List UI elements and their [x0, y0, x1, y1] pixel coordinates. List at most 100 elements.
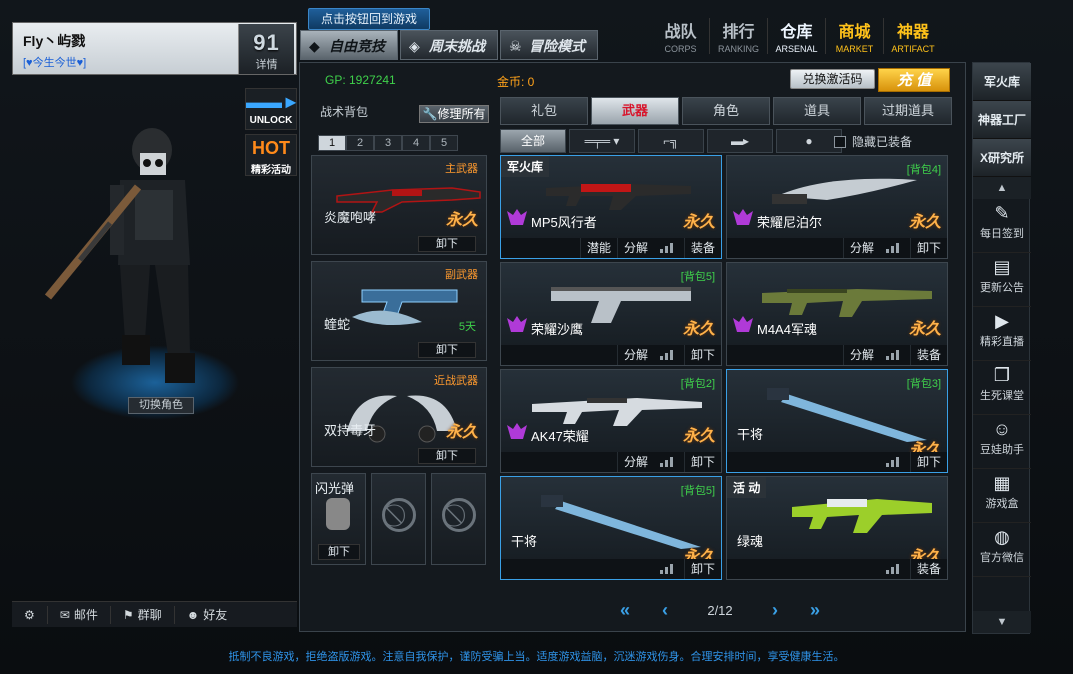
nav-artifact[interactable]: 神器 ARTIFACT	[884, 18, 942, 54]
secondary-weapon-slot[interactable]: 副武器 蝰蛇 5天 卸下	[311, 261, 487, 361]
weapon-card[interactable]: [背包5] 干将 永久 卸下	[500, 476, 722, 580]
scroll-down-icon[interactable]: ▼	[973, 611, 1031, 633]
daily-checkin-button[interactable]: ✎ 每日签到	[973, 199, 1031, 253]
unequip-button[interactable]: 卸下	[418, 236, 476, 252]
hide-equipped-checkbox[interactable]	[834, 135, 846, 148]
weapon-card[interactable]: [背包5] 荣耀沙鹰 永久 分解 卸下	[500, 262, 722, 366]
weapon-card[interactable]: 军火库 MP5风行者 永久 潜能 分解 装备	[500, 155, 722, 259]
mode-free-competitive[interactable]: ◆ 自由竞技	[300, 30, 398, 60]
tab-weapons[interactable]: 武器	[591, 97, 679, 125]
stats-icon[interactable]	[659, 238, 678, 258]
weapon-card[interactable]: [背包2] AK47荣耀 永久 分解 卸下	[500, 369, 722, 473]
stats-icon[interactable]	[885, 452, 904, 472]
stats-icon[interactable]	[885, 238, 904, 258]
redeem-code-button[interactable]: 兑换激活码	[790, 69, 875, 89]
nav-corps[interactable]: 战队 CORPS	[652, 18, 710, 54]
stats-icon[interactable]	[659, 345, 678, 365]
live-stream-button[interactable]: ▶ 精彩直播	[973, 307, 1031, 361]
empty-slot[interactable]: ⃠	[431, 473, 486, 565]
tab-expired-items[interactable]: 过期道具	[864, 97, 952, 125]
nav-label: 排行	[722, 24, 755, 41]
backpack-tab-3[interactable]: 3	[374, 135, 402, 151]
unlock-button[interactable]: ▬▬► UNLOCK	[245, 88, 300, 130]
weapon-card[interactable]: [背包3] 干将 永久 卸下	[726, 369, 948, 473]
filter-knife[interactable]: ▬▸	[707, 129, 773, 153]
group-chat-icon: ⚑	[122, 607, 134, 622]
rtab-arsenal[interactable]: 军火库	[973, 63, 1031, 101]
tab-gift-packs[interactable]: 礼包	[500, 97, 588, 125]
stats-icon[interactable]	[885, 345, 904, 365]
hot-icon: HOT	[246, 135, 296, 161]
nav-market[interactable]: 商城 MARKET	[826, 18, 884, 54]
stats-icon[interactable]	[659, 452, 678, 472]
unequip-button[interactable]: 卸下	[909, 238, 947, 258]
empty-slot[interactable]: ⃠	[371, 473, 426, 565]
weapon-card[interactable]: M4A4军魂 永久 分解 装备	[726, 262, 948, 366]
unequip-button[interactable]: 卸下	[683, 345, 721, 365]
group-chat-button[interactable]: ⚑ 群聊	[111, 605, 175, 624]
grenade-slot[interactable]: 闪光弹 卸下	[311, 473, 366, 565]
dismantle-button[interactable]: 分解	[616, 345, 654, 365]
game-box-button[interactable]: ▦ 游戏盒	[973, 469, 1031, 523]
dismantle-button[interactable]: 分解	[842, 238, 880, 258]
backpack-tab-4[interactable]: 4	[402, 135, 430, 151]
update-notice-button[interactable]: ▤ 更新公告	[973, 253, 1031, 307]
settings-button[interactable]: ⚙	[12, 605, 48, 624]
unequip-button[interactable]: 卸下	[909, 452, 947, 472]
equip-button[interactable]: 装备	[909, 559, 947, 579]
equip-button[interactable]: 装备	[909, 345, 947, 365]
wechat-button[interactable]: ◍ 官方微信	[973, 523, 1031, 577]
unequip-button[interactable]: 卸下	[418, 448, 476, 464]
backpack-tab-5[interactable]: 5	[430, 135, 458, 151]
backpack-tab-2[interactable]: 2	[346, 135, 374, 151]
stats-icon[interactable]	[659, 559, 678, 579]
filter-grenade[interactable]: ●	[776, 129, 842, 153]
scroll-up-icon[interactable]: ▲	[973, 177, 1031, 199]
dismantle-button[interactable]: 分解	[842, 345, 880, 365]
stats-icon[interactable]	[885, 559, 904, 579]
tab-items[interactable]: 道具	[773, 97, 861, 125]
first-page-icon[interactable]: «	[605, 600, 645, 621]
friends-button[interactable]: ☻ 好友	[175, 606, 240, 624]
unequip-button[interactable]: 卸下	[683, 559, 721, 579]
filter-pistol[interactable]: ⌐╗	[638, 129, 704, 153]
live-icon: ▶	[995, 311, 1009, 331]
rtab-artifact-factory[interactable]: 神器工厂	[973, 101, 1031, 139]
potential-button[interactable]: 潜能	[579, 238, 617, 258]
mode-adventure[interactable]: ☠ 冒险模式	[500, 30, 598, 60]
unequip-button[interactable]: 卸下	[683, 452, 721, 472]
dismantle-button[interactable]: 分解	[616, 238, 654, 258]
weapon-card[interactable]: 活 动 绿魂 永久 装备	[726, 476, 948, 580]
primary-weapon-slot[interactable]: 主武器 炎魔咆哮 永久 卸下	[311, 155, 487, 255]
rank-badge[interactable]: 91 详情	[238, 24, 294, 74]
player-profile[interactable]: Fly丶屿戮 [♥今生今世♥] 91 详情	[12, 22, 297, 75]
filter-all[interactable]: 全部	[500, 129, 566, 153]
mode-weekend-challenge[interactable]: ◈ 周末挑战	[400, 30, 498, 60]
return-to-game-tip[interactable]: 点击按钮回到游戏	[308, 8, 430, 30]
prev-page-icon[interactable]: ‹	[645, 600, 685, 621]
slot-weapon-name: 蝰蛇	[324, 317, 351, 332]
unequip-button[interactable]: 卸下	[418, 342, 476, 358]
tab-characters[interactable]: 角色	[682, 97, 770, 125]
last-page-icon[interactable]: »	[795, 600, 835, 621]
filter-rifle[interactable]: ═╤═ ▾	[569, 129, 635, 153]
next-page-icon[interactable]: ›	[755, 600, 795, 621]
melee-weapon-slot[interactable]: 近战武器 双持毒牙 永久 卸下	[311, 367, 487, 467]
nav-arsenal[interactable]: 仓库 ARSENAL	[768, 18, 826, 54]
hide-equipped-toggle[interactable]: 隐藏已装备	[834, 133, 912, 150]
nav-ranking[interactable]: 排行 RANKING	[710, 18, 768, 54]
helper-button[interactable]: ☺ 豆娃助手	[973, 415, 1031, 469]
classroom-icon: ❐	[993, 365, 1011, 385]
mail-button[interactable]: ✉ 邮件	[48, 605, 111, 624]
weapon-card[interactable]: [背包4] 荣耀尼泊尔 永久 分解 卸下	[726, 155, 948, 259]
unequip-button[interactable]: 卸下	[318, 544, 360, 560]
repair-all-button[interactable]: 🔧修理所有	[419, 105, 489, 123]
equip-button[interactable]: 装备	[683, 238, 721, 258]
recharge-button[interactable]: 充 值	[878, 68, 950, 92]
switch-role-button[interactable]: 切换角色	[128, 397, 194, 414]
events-button[interactable]: HOT 精彩活动	[245, 134, 297, 176]
classroom-button[interactable]: ❐ 生死课堂	[973, 361, 1031, 415]
rtab-x-lab[interactable]: X研究所	[973, 139, 1031, 177]
dismantle-button[interactable]: 分解	[616, 452, 654, 472]
backpack-tab-1[interactable]: 1	[318, 135, 346, 151]
